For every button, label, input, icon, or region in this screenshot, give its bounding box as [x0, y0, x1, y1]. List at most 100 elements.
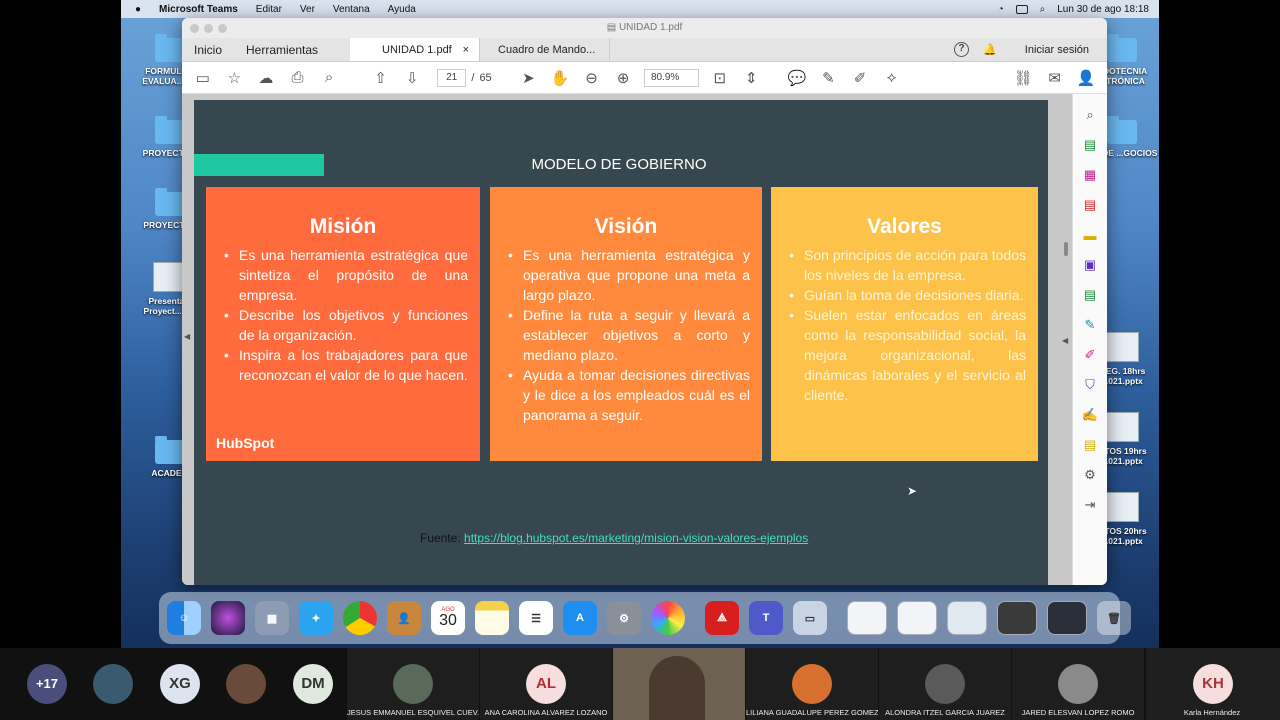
edit-pdf-icon[interactable]: ✎ — [1081, 316, 1099, 334]
bell-icon[interactable]: 🔔 — [983, 43, 997, 56]
protect-shield-icon[interactable]: ⛉ — [1081, 376, 1099, 394]
source-link[interactable]: https://blog.hubspot.es/marketing/mision… — [464, 531, 808, 545]
photos-icon[interactable] — [651, 601, 685, 635]
chrome-icon[interactable] — [343, 601, 377, 635]
create-pdf-icon[interactable]: ▤ — [1081, 196, 1099, 214]
collapse-panel-icon[interactable]: ⇥ — [1081, 496, 1099, 514]
search-icon[interactable]: ⌕ — [1040, 4, 1046, 15]
active-speaker-video[interactable] — [613, 648, 745, 720]
page-fit-icon[interactable]: ⊡ — [709, 67, 731, 89]
document-area[interactable]: MODELO DE GOBIERNO Misión Es una herrami… — [182, 94, 1072, 585]
send-comments-icon[interactable]: ▤ — [1081, 436, 1099, 454]
comment-icon[interactable]: 💬 — [786, 67, 808, 89]
participant-tile[interactable]: JESUS EMMANUEL ESQUIVEL CUEV... — [347, 648, 479, 720]
zoom-window-button[interactable] — [218, 24, 227, 33]
trash-icon[interactable]: 🗑 — [1097, 601, 1131, 635]
launchpad-icon[interactable]: ▦ — [255, 601, 289, 635]
organize-pages-icon[interactable]: ▦ — [1081, 166, 1099, 184]
tab-cuadro-de-mando[interactable]: Cuadro de Mando... — [480, 38, 611, 61]
close-tab-icon[interactable]: × — [463, 44, 469, 56]
participant-tile[interactable]: JARED ELESVAN LOPEZ ROMO — [1012, 648, 1144, 720]
reminders-icon[interactable]: ☰ — [519, 601, 553, 635]
link-icon[interactable]: ⛓ — [1012, 67, 1034, 89]
speaker-video-figure — [649, 656, 705, 720]
acrobat-icon[interactable]: ⟁ — [705, 601, 739, 635]
minimized-window-3[interactable] — [947, 601, 987, 635]
select-cursor-icon[interactable]: ➤ — [518, 67, 540, 89]
menu-editar[interactable]: Editar — [256, 4, 282, 15]
combine-files-icon[interactable]: ▣ — [1081, 256, 1099, 274]
participants-strip: +17 XG DM JESUS EMMANUEL ESQUIVEL CUEV..… — [0, 648, 1280, 720]
avatar — [925, 664, 965, 704]
zoom-out-icon[interactable]: ⊖ — [581, 67, 603, 89]
safari-icon[interactable]: ✦ — [299, 601, 333, 635]
request-signature-icon[interactable]: ✍ — [1081, 406, 1099, 424]
help-icon[interactable]: ? — [954, 42, 970, 57]
participant-tile[interactable]: AL ANA CAROLINA ALVAREZ LOZANO — [480, 648, 612, 720]
siri-icon[interactable] — [211, 601, 245, 635]
fill-sign-icon[interactable]: ⟡ — [881, 67, 903, 89]
close-window-button[interactable] — [190, 24, 199, 33]
menu-app-name[interactable]: Microsoft Teams — [159, 4, 238, 15]
export-pdf-icon[interactable]: ▤ — [1081, 136, 1099, 154]
preview-icon[interactable]: ▭ — [793, 601, 827, 635]
minimized-window-1[interactable] — [847, 601, 887, 635]
minimized-window-2[interactable] — [897, 601, 937, 635]
draw-icon[interactable]: ✐ — [849, 67, 871, 89]
vertical-scrollbar[interactable] — [1064, 242, 1068, 256]
participant-tile[interactable]: KH Karla Hernández — [1146, 648, 1280, 720]
wifi-icon[interactable]: ◔ — [998, 4, 1004, 15]
scroll-left-arrow-icon[interactable]: ◀ — [184, 332, 190, 341]
participant-avatar-xg[interactable]: XG — [160, 664, 200, 704]
more-participants-badge[interactable]: +17 — [27, 664, 67, 704]
apple-icon[interactable]: ● — [135, 4, 141, 15]
zoom-select[interactable]: 80.9% — [643, 68, 699, 87]
menu-ayuda[interactable]: Ayuda — [388, 4, 416, 15]
participant-tile[interactable]: LILIANA GUADALUPE PEREZ GOMEZ — [746, 648, 878, 720]
contacts-icon[interactable]: 👤 — [387, 601, 421, 635]
participant-avatar-photo[interactable] — [93, 664, 133, 704]
print-icon[interactable]: ⎙ — [287, 67, 309, 89]
scroll-mode-icon[interactable]: ⇕ — [741, 67, 763, 89]
fill-sign-tool-icon[interactable]: ✐ — [1081, 346, 1099, 364]
nav-inicio[interactable]: Inicio — [182, 38, 234, 61]
upload-cloud-icon[interactable]: ☁ — [255, 67, 277, 89]
page-down-icon[interactable]: ⇩ — [401, 67, 423, 89]
minimize-window-button[interactable] — [204, 24, 213, 33]
share-user-icon[interactable]: 👤 — [1075, 67, 1097, 89]
more-tools-icon[interactable]: ⚙ — [1081, 466, 1099, 484]
teams-icon[interactable]: T — [749, 601, 783, 635]
menu-ver[interactable]: Ver — [300, 4, 315, 15]
participant-avatar-photo[interactable] — [226, 664, 266, 704]
valores-heading: Valores — [867, 215, 942, 238]
finder-icon[interactable]: ☺ — [167, 601, 201, 635]
save-icon[interactable]: ▭ — [192, 67, 214, 89]
battery-icon[interactable] — [1015, 4, 1028, 14]
system-preferences-icon[interactable]: ⚙ — [607, 601, 641, 635]
menu-ventana[interactable]: Ventana — [333, 4, 370, 15]
star-icon[interactable]: ☆ — [224, 67, 246, 89]
compress-icon[interactable]: ▤ — [1081, 286, 1099, 304]
minimized-window-5[interactable] — [1047, 601, 1087, 635]
hand-tool-icon[interactable]: ✋ — [549, 67, 571, 89]
page-number-input[interactable]: 21 — [436, 68, 467, 87]
page-up-icon[interactable]: ⇧ — [370, 67, 392, 89]
sidebar-toggle-arrow-icon[interactable]: ◀ — [1062, 336, 1068, 345]
zoom-in-icon[interactable]: ⊕ — [612, 67, 634, 89]
highlight-pen-icon[interactable]: ✎ — [818, 67, 840, 89]
participant-avatar-dm[interactable]: DM — [293, 664, 333, 704]
search-zoom-icon[interactable]: ⌕ — [1081, 106, 1099, 124]
tab-unidad-1[interactable]: UNIDAD 1.pdf × — [350, 38, 481, 61]
zoom-search-icon[interactable]: ⌕ — [318, 67, 340, 89]
nav-herramientas[interactable]: Herramientas — [234, 38, 330, 61]
app-store-icon[interactable]: A — [563, 601, 597, 635]
email-icon[interactable]: ✉ — [1044, 67, 1066, 89]
participant-tile[interactable]: ALONDRA ITZEL GARCIA JUAREZ — [879, 648, 1011, 720]
notes-icon[interactable] — [475, 601, 509, 635]
signin-button[interactable]: Iniciar sesión — [1025, 44, 1089, 56]
menubar-datetime[interactable]: Lun 30 de ago 18:18 — [1057, 4, 1149, 15]
participant-name: Karla Hernández — [1183, 708, 1241, 717]
calendar-icon[interactable]: AGO 30 — [431, 601, 465, 635]
minimized-window-4[interactable] — [997, 601, 1037, 635]
comment-tool-icon[interactable]: ▬ — [1081, 226, 1099, 244]
